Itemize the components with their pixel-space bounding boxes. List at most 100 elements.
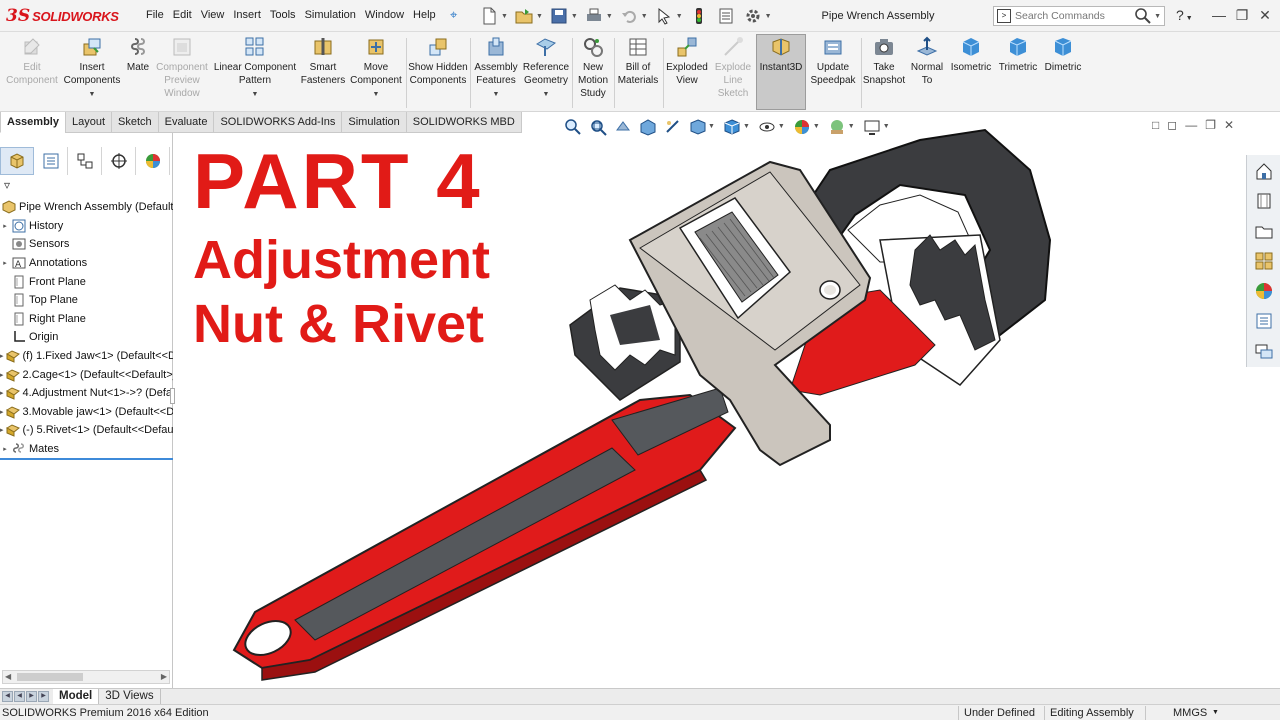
tab-assembly[interactable]: Assembly bbox=[0, 112, 66, 133]
dimetric-view-button[interactable]: Dimetric bbox=[1042, 36, 1084, 74]
smart-fasteners-button[interactable]: Smart Fasteners bbox=[300, 36, 346, 87]
print-dropdown-icon[interactable]: ▼ bbox=[606, 13, 613, 20]
help-button[interactable]: ? ▼ bbox=[1176, 7, 1193, 23]
tree-node-adjustment-nut[interactable]: ▸ 4.Adjustment Nut<1>->? (Default<<Defaul… bbox=[0, 384, 173, 403]
linear-pattern-dropdown-icon[interactable]: ▼ bbox=[252, 88, 259, 101]
component-preview-window-button[interactable]: Component Preview Window bbox=[154, 36, 210, 100]
new-document-icon[interactable] bbox=[478, 5, 500, 27]
insert-components-dropdown-icon[interactable]: ▼ bbox=[89, 88, 96, 101]
new-motion-study-button[interactable]: New Motion Study bbox=[574, 36, 612, 100]
units-dropdown-icon[interactable]: ▼ bbox=[1212, 709, 1219, 716]
tree-node-rivet[interactable]: ▸ (-) 5.Rivet<1> (Default<<Default>_Displ… bbox=[0, 421, 173, 440]
pin-menu-icon[interactable]: ⌖ bbox=[450, 7, 457, 23]
close-icon[interactable]: ✕ bbox=[1254, 6, 1276, 24]
reference-geometry-button[interactable]: Reference Geometry ▼ bbox=[522, 36, 570, 101]
search-dropdown-icon[interactable]: ▼ bbox=[1154, 13, 1161, 20]
isometric-view-button[interactable]: Isometric bbox=[948, 36, 994, 74]
bill-of-materials-button[interactable]: Bill of Materials bbox=[615, 36, 661, 87]
tab-model[interactable]: Model bbox=[53, 689, 100, 704]
last-tab-icon[interactable]: ▶ bbox=[38, 691, 49, 702]
exploded-view-button[interactable]: Exploded View bbox=[665, 36, 709, 87]
tree-node-fixed-jaw[interactable]: ▸ (f) 1.Fixed Jaw<1> (Default<<Default>_D… bbox=[0, 347, 173, 366]
assembly-features-dropdown-icon[interactable]: ▼ bbox=[493, 88, 500, 101]
assembly-features-button[interactable]: Assembly Features ▼ bbox=[472, 36, 520, 101]
select-arrow-icon[interactable] bbox=[653, 5, 675, 27]
options-dropdown-icon[interactable]: ▼ bbox=[765, 13, 772, 20]
print-icon[interactable] bbox=[583, 5, 605, 27]
open-dropdown-icon[interactable]: ▼ bbox=[536, 13, 543, 20]
expand-arrow-icon[interactable]: ▸ bbox=[0, 371, 4, 379]
take-snapshot-button[interactable]: Take Snapshot bbox=[862, 36, 906, 87]
menu-tools[interactable]: Tools bbox=[270, 9, 296, 21]
design-library-tab[interactable] bbox=[1252, 189, 1276, 213]
tree-node-sensors[interactable]: Sensors bbox=[0, 235, 173, 254]
reference-geometry-dropdown-icon[interactable]: ▼ bbox=[543, 88, 550, 101]
minimize-icon[interactable]: — bbox=[1208, 6, 1230, 24]
tree-node-origin[interactable]: Origin bbox=[0, 328, 173, 347]
menu-simulation[interactable]: Simulation bbox=[305, 9, 356, 21]
mate-button[interactable]: Mate bbox=[124, 36, 152, 74]
expand-arrow-icon[interactable]: ▸ bbox=[0, 445, 10, 453]
search-commands-box[interactable]: > Search Commands ▼ bbox=[993, 6, 1165, 26]
restore-icon[interactable]: ❐ bbox=[1231, 6, 1253, 24]
prev-tab-icon[interactable]: ◀ bbox=[14, 691, 25, 702]
save-dropdown-icon[interactable]: ▼ bbox=[571, 13, 578, 20]
next-tab-icon[interactable]: ▶ bbox=[26, 691, 37, 702]
tree-node-cage[interactable]: ▸ 2.Cage<1> (Default<<Default>_Display St… bbox=[0, 365, 173, 384]
first-tab-icon[interactable]: ◀ bbox=[2, 691, 13, 702]
tree-node-right-plane[interactable]: Right Plane bbox=[0, 310, 173, 329]
undo-icon[interactable] bbox=[618, 5, 640, 27]
feature-tree-scrollbar[interactable]: ◀ ▶ bbox=[2, 670, 170, 684]
expand-arrow-icon[interactable]: ▸ bbox=[0, 389, 4, 397]
options-gear-icon[interactable] bbox=[742, 5, 764, 27]
tree-node-annotations[interactable]: ▸ A Annotations bbox=[0, 254, 173, 273]
insert-components-button[interactable]: Insert Components ▼ bbox=[62, 36, 122, 101]
view-palette-tab[interactable] bbox=[1252, 249, 1276, 273]
panel-splitter-grip[interactable] bbox=[170, 388, 175, 404]
menu-window[interactable]: Window bbox=[365, 9, 404, 21]
normal-to-button[interactable]: Normal To bbox=[906, 36, 948, 87]
move-component-button[interactable]: Move Component ▼ bbox=[350, 36, 402, 101]
scrollbar-thumb[interactable] bbox=[17, 673, 83, 681]
file-explorer-tab[interactable] bbox=[1252, 219, 1276, 243]
scroll-right-icon[interactable]: ▶ bbox=[161, 671, 167, 683]
instant3d-button[interactable]: Instant3D bbox=[756, 36, 806, 74]
menu-view[interactable]: View bbox=[201, 9, 225, 21]
feature-tree-tab[interactable] bbox=[0, 147, 34, 175]
explode-line-sketch-button[interactable]: Explode Line Sketch bbox=[711, 36, 755, 100]
filter-icon[interactable]: ▿ bbox=[4, 178, 10, 192]
unit-system-selector[interactable]: MMGS bbox=[1173, 707, 1207, 719]
dimxpert-manager-tab[interactable] bbox=[102, 147, 136, 175]
tab-layout[interactable]: Layout bbox=[64, 112, 113, 133]
custom-properties-tab[interactable] bbox=[1252, 309, 1276, 333]
linear-component-pattern-button[interactable]: Linear Component Pattern ▼ bbox=[212, 36, 298, 101]
display-manager-tab[interactable] bbox=[136, 147, 170, 175]
rebuild-traffic-light-icon[interactable] bbox=[688, 5, 710, 27]
scroll-left-icon[interactable]: ◀ bbox=[5, 671, 11, 683]
file-properties-icon[interactable] bbox=[715, 5, 737, 27]
configuration-manager-tab[interactable] bbox=[68, 147, 102, 175]
tree-node-front-plane[interactable]: Front Plane bbox=[0, 272, 173, 291]
select-dropdown-icon[interactable]: ▼ bbox=[676, 13, 683, 20]
menu-help[interactable]: Help bbox=[413, 9, 436, 21]
trimetric-view-button[interactable]: Trimetric bbox=[996, 36, 1040, 74]
update-speedpak-button[interactable]: Update Speedpak bbox=[808, 36, 858, 87]
tree-node-history[interactable]: ▸ History bbox=[0, 217, 173, 236]
expand-arrow-icon[interactable]: ▸ bbox=[0, 222, 10, 230]
undo-dropdown-icon[interactable]: ▼ bbox=[641, 13, 648, 20]
solidworks-logo[interactable]: 3S SOLIDWORKS bbox=[6, 5, 130, 27]
open-folder-icon[interactable] bbox=[513, 5, 535, 27]
move-component-dropdown-icon[interactable]: ▼ bbox=[373, 88, 380, 101]
tree-node-assembly[interactable]: Pipe Wrench Assembly (Default<Display St… bbox=[0, 198, 173, 217]
tree-node-movable-jaw[interactable]: ▸ 3.Movable jaw<1> (Default<<Default>_Dis… bbox=[0, 403, 173, 422]
search-icon[interactable] bbox=[1134, 7, 1152, 25]
expand-arrow-icon[interactable]: ▸ bbox=[0, 352, 4, 360]
menu-insert[interactable]: Insert bbox=[233, 9, 261, 21]
save-icon[interactable] bbox=[548, 5, 570, 27]
expand-arrow-icon[interactable]: ▸ bbox=[0, 408, 4, 416]
tree-node-mates[interactable]: ▸ Mates bbox=[0, 440, 173, 458]
tab-sketch[interactable]: Sketch bbox=[111, 112, 159, 133]
expand-arrow-icon[interactable]: ▸ bbox=[0, 426, 4, 434]
property-manager-tab[interactable] bbox=[34, 147, 68, 175]
edit-component-button[interactable]: Edit Component bbox=[6, 36, 58, 87]
